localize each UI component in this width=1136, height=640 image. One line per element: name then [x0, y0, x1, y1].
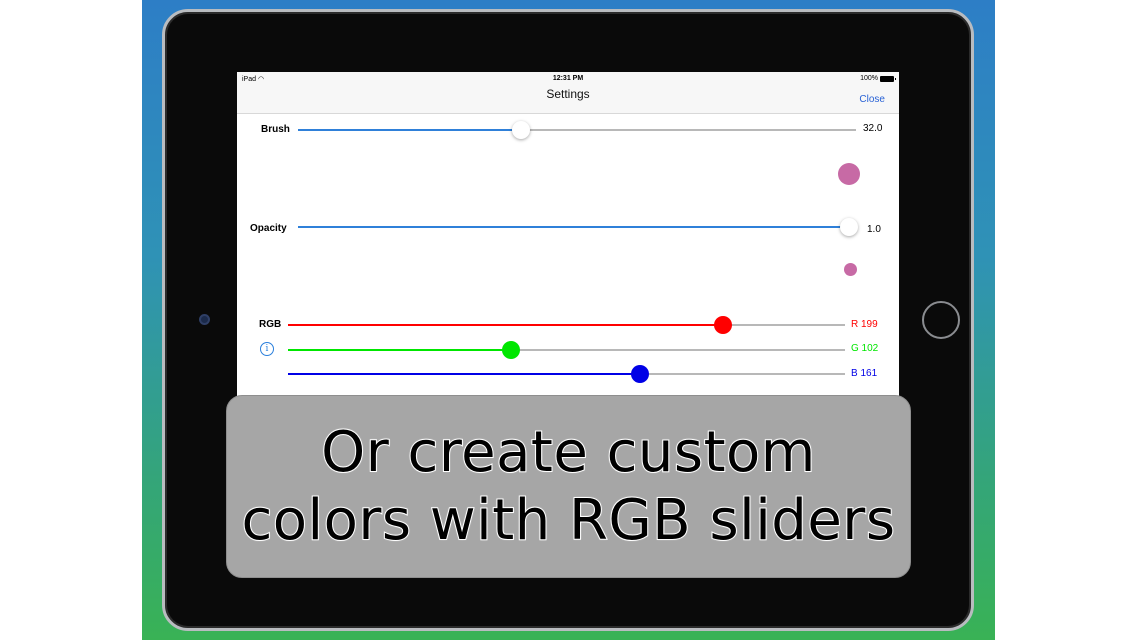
green-value: G 102: [851, 343, 879, 354]
opacity-slider[interactable]: [298, 218, 858, 236]
blue-slider-thumb[interactable]: [631, 365, 649, 383]
blue-slider-fill: [288, 373, 640, 375]
navigation-bar: iPad ◠ 12:31 PM 100% Settings Close: [237, 72, 899, 114]
brush-value: 32.0: [863, 123, 883, 134]
promo-caption: Or create custom colors with RGB sliders: [226, 395, 911, 578]
settings-screen: iPad ◠ 12:31 PM 100% Settings Close Brush…: [237, 72, 899, 402]
home-button[interactable]: [922, 301, 960, 339]
opacity-value: 1.0: [867, 224, 881, 235]
red-slider[interactable]: [288, 316, 845, 334]
opacity-label: Opacity: [250, 223, 287, 234]
status-time: 12:31 PM: [552, 75, 584, 82]
red-slider-thumb[interactable]: [714, 316, 732, 334]
opacity-slider-thumb[interactable]: [840, 218, 858, 236]
green-slider-fill: [288, 349, 511, 351]
brush-label: Brush: [261, 124, 290, 135]
caption-line-2: colors with RGB sliders: [241, 487, 897, 554]
page-title: Settings: [546, 87, 590, 101]
brush-preview-dot: [838, 163, 860, 185]
info-icon[interactable]: i: [260, 342, 274, 356]
green-slider[interactable]: [288, 341, 845, 359]
status-battery: 100%: [860, 75, 896, 82]
opacity-preview-dot: [844, 263, 857, 276]
rgb-label: RGB: [259, 319, 282, 330]
blue-value: B 161: [851, 368, 878, 379]
front-camera: [199, 314, 210, 325]
battery-percent: 100%: [860, 75, 878, 82]
caption-line-1: Or create custom: [320, 419, 816, 486]
close-button[interactable]: Close: [859, 94, 885, 105]
blue-slider[interactable]: [288, 365, 845, 383]
opacity-slider-fill: [298, 226, 849, 228]
green-slider-thumb[interactable]: [502, 341, 520, 359]
brush-slider-thumb[interactable]: [512, 121, 530, 139]
red-slider-fill: [288, 324, 723, 326]
red-value: R 199: [851, 319, 878, 330]
brush-slider-fill: [298, 129, 521, 131]
brush-slider[interactable]: [298, 121, 856, 139]
battery-icon: [880, 75, 896, 82]
